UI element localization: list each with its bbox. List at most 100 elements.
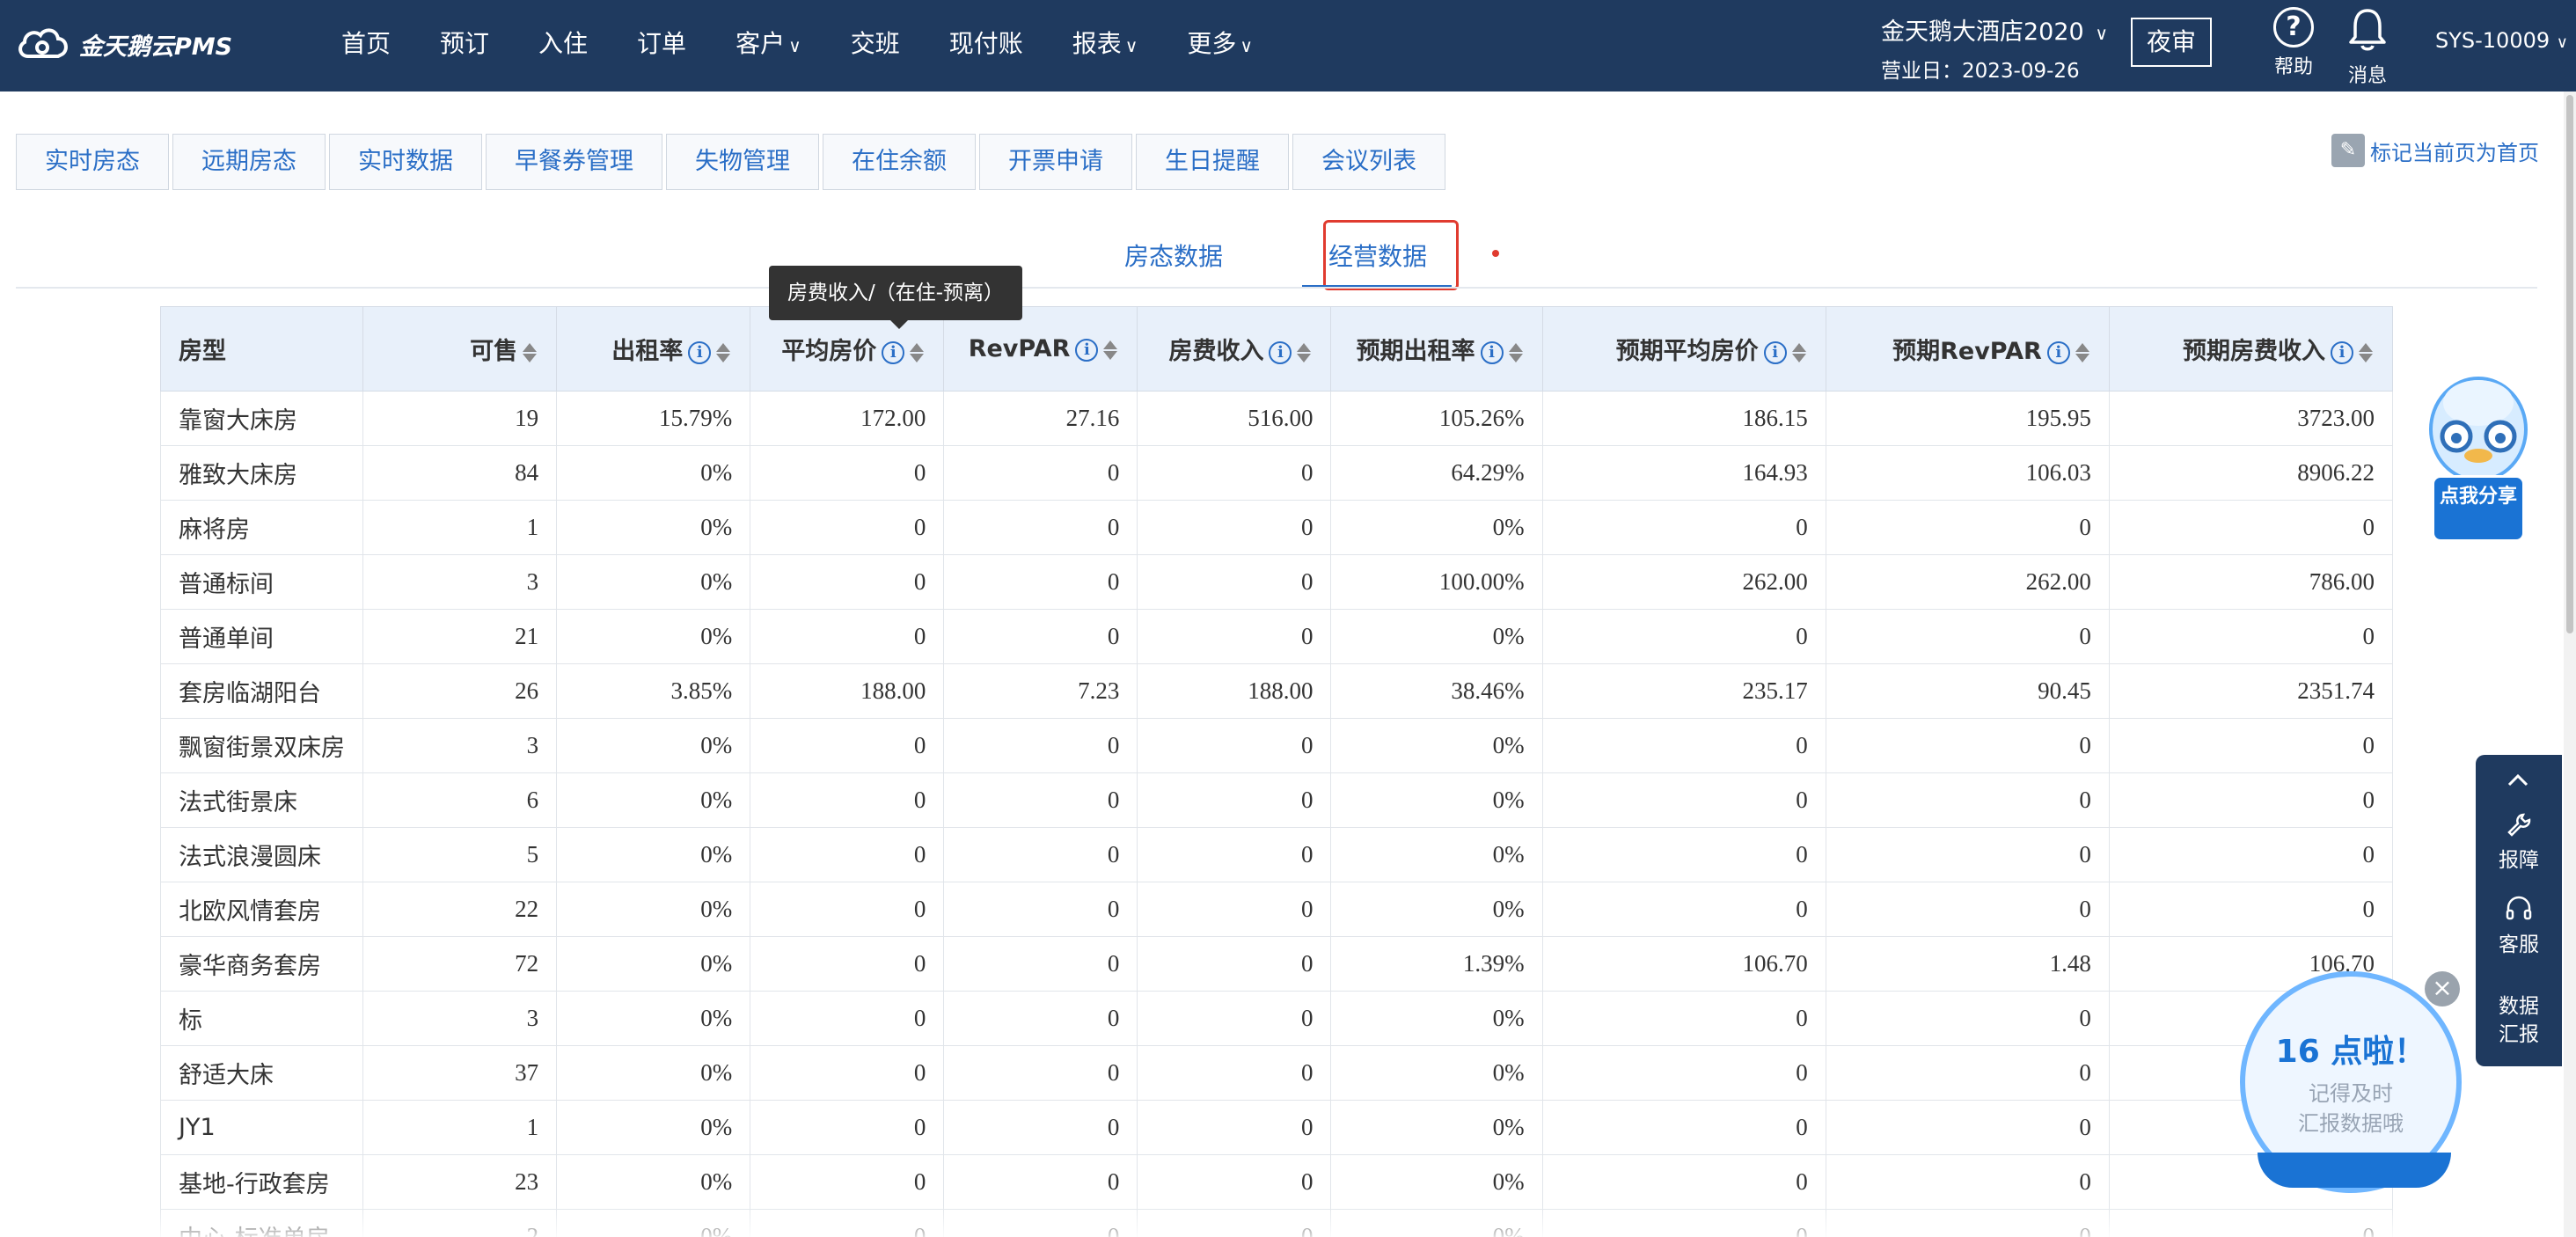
table-cell: 37: [362, 1045, 558, 1101]
info-icon[interactable]: i: [1480, 340, 1504, 364]
close-icon[interactable]: ×: [2425, 971, 2460, 1006]
column-header[interactable]: 可售: [362, 306, 558, 392]
info-icon[interactable]: i: [1763, 340, 1787, 364]
table-cell: 0%: [556, 609, 751, 664]
table-cell: 0: [943, 827, 1138, 882]
sort-icon[interactable]: [1791, 341, 1808, 364]
info-icon[interactable]: i: [882, 340, 905, 364]
subtab-6[interactable]: 开票申请: [979, 134, 1132, 190]
hotel-selector[interactable]: 金天鹅大酒店2020 ∨ 营业日：2023-09-26: [1881, 12, 2108, 84]
sort-icon[interactable]: [910, 341, 926, 364]
promo-popup[interactable]: 16 点啦！ 记得及时 汇报数据哦: [2240, 971, 2467, 1200]
table-cell: 0: [750, 772, 945, 828]
column-header[interactable]: 房费收入 i: [1137, 306, 1332, 392]
data-report-button[interactable]: 数据汇报: [2476, 992, 2562, 1049]
night-audit-button[interactable]: 夜审: [2131, 18, 2212, 67]
table-cell: 0: [943, 882, 1138, 937]
subtab-5[interactable]: 在住余额: [823, 134, 976, 190]
bell-icon: [2349, 9, 2386, 51]
report-issue-button[interactable]: 报障: [2476, 811, 2562, 873]
nav-item-2[interactable]: 入住: [514, 0, 612, 88]
chevron-up-icon[interactable]: [2506, 767, 2530, 792]
table-cell: 22: [362, 882, 558, 937]
table-cell: 0%: [1330, 1045, 1543, 1101]
table-cell: 0: [750, 609, 945, 664]
table-cell: 0: [1541, 1100, 1826, 1155]
table-cell: 0%: [1330, 991, 1543, 1046]
sort-icon[interactable]: [1508, 341, 1525, 364]
set-homepage-link[interactable]: ✎ 标记当前页为首页: [2331, 134, 2539, 167]
table-cell: 0%: [1330, 1100, 1543, 1155]
nav-item-0[interactable]: 首页: [317, 0, 415, 88]
page-scrollbar-thumb[interactable]: [2566, 95, 2573, 633]
table-cell: 3: [362, 718, 558, 773]
info-icon[interactable]: i: [1269, 340, 1292, 364]
subtab-8[interactable]: 会议列表: [1292, 134, 1445, 190]
table-cell: 72: [362, 936, 558, 992]
info-icon[interactable]: i: [688, 340, 712, 364]
table-cell: 0: [750, 554, 945, 610]
user-menu[interactable]: SYS-10009 ∨: [2435, 28, 2568, 53]
table-cell: 8906.22: [2108, 445, 2394, 501]
promo-subtitle-line1: 记得及时: [2309, 1081, 2393, 1106]
sort-icon[interactable]: [2359, 341, 2375, 364]
table-cell: 0: [1137, 718, 1332, 773]
nav-item-5[interactable]: 交班: [826, 0, 925, 88]
info-icon[interactable]: i: [2046, 340, 2070, 364]
column-header[interactable]: 预期出租率 i: [1330, 306, 1543, 392]
sort-icon[interactable]: [1103, 339, 1119, 362]
column-header[interactable]: 预期RevPAR i: [1825, 306, 2110, 392]
table-cell: 90.45: [1825, 663, 2110, 719]
table-cell: 0: [1137, 1154, 1332, 1210]
support-button[interactable]: 客服: [2476, 896, 2562, 957]
help-button[interactable]: ? 帮助: [2263, 7, 2324, 79]
table-cell: 0: [943, 1154, 1138, 1210]
tab-room-status-data[interactable]: 房态数据: [1124, 238, 1223, 273]
brand-logo[interactable]: 金天鹅云PMS: [16, 25, 232, 63]
nav-item-label: 订单: [637, 29, 687, 58]
tab-business-data[interactable]: 经营数据: [1328, 238, 1427, 273]
promo-title: 16 点啦！: [2275, 1034, 2426, 1070]
info-icon[interactable]: i: [2331, 340, 2353, 364]
sort-icon[interactable]: [1297, 341, 1313, 364]
nav-item-7[interactable]: 报表 ∨: [1048, 0, 1163, 88]
subtab-2[interactable]: 实时数据: [329, 134, 482, 190]
table-cell: 0%: [556, 827, 751, 882]
nav-item-8[interactable]: 更多 ∨: [1162, 0, 1277, 88]
messages-button[interactable]: 消息: [2337, 7, 2398, 88]
subtab-3[interactable]: 早餐券管理: [486, 134, 662, 190]
nav-item-6[interactable]: 现付账: [925, 0, 1048, 88]
sort-icon[interactable]: [523, 341, 538, 364]
sort-icon[interactable]: [2075, 341, 2091, 364]
column-header-label: RevPAR: [968, 335, 1071, 362]
headset-icon: [2476, 896, 2562, 927]
table-cell: 1: [362, 1100, 558, 1155]
subtab-0[interactable]: 实时房态: [16, 134, 169, 190]
subtab-4[interactable]: 失物管理: [666, 134, 819, 190]
table-cell: 3: [362, 554, 558, 610]
wrench-icon: [2476, 811, 2562, 843]
help-icon: ?: [2273, 7, 2314, 48]
sort-icon[interactable]: [716, 341, 732, 364]
table-cell: 0: [1137, 1100, 1332, 1155]
column-header[interactable]: 预期平均房价 i: [1541, 306, 1826, 392]
hotel-name-text: 金天鹅大酒店2020: [1881, 18, 2084, 46]
table-cell: 0: [2108, 772, 2394, 828]
table-bottom-fade: [160, 1205, 2393, 1237]
nav-item-3[interactable]: 订单: [612, 0, 711, 88]
table-cell: 0: [1541, 609, 1826, 664]
report-issue-label: 报障: [2499, 849, 2539, 872]
table-cell: 0%: [1330, 772, 1543, 828]
column-header[interactable]: 预期房费收入 i: [2108, 306, 2394, 392]
share-button[interactable]: 点我分享: [2432, 475, 2525, 542]
nav-item-4[interactable]: 客户 ∨: [711, 0, 826, 88]
subtab-1[interactable]: 远期房态: [172, 134, 326, 190]
hotel-name[interactable]: 金天鹅大酒店2020 ∨: [1881, 12, 2108, 47]
table-cell: 0%: [1330, 500, 1543, 555]
table-cell: 106.03: [1825, 445, 2110, 501]
nav-item-1[interactable]: 预订: [415, 0, 514, 88]
info-icon[interactable]: i: [1075, 338, 1099, 362]
column-header[interactable]: 出租率 i: [556, 306, 751, 392]
subtab-7[interactable]: 生日提醒: [1136, 134, 1289, 190]
table-cell: 0: [1541, 500, 1826, 555]
